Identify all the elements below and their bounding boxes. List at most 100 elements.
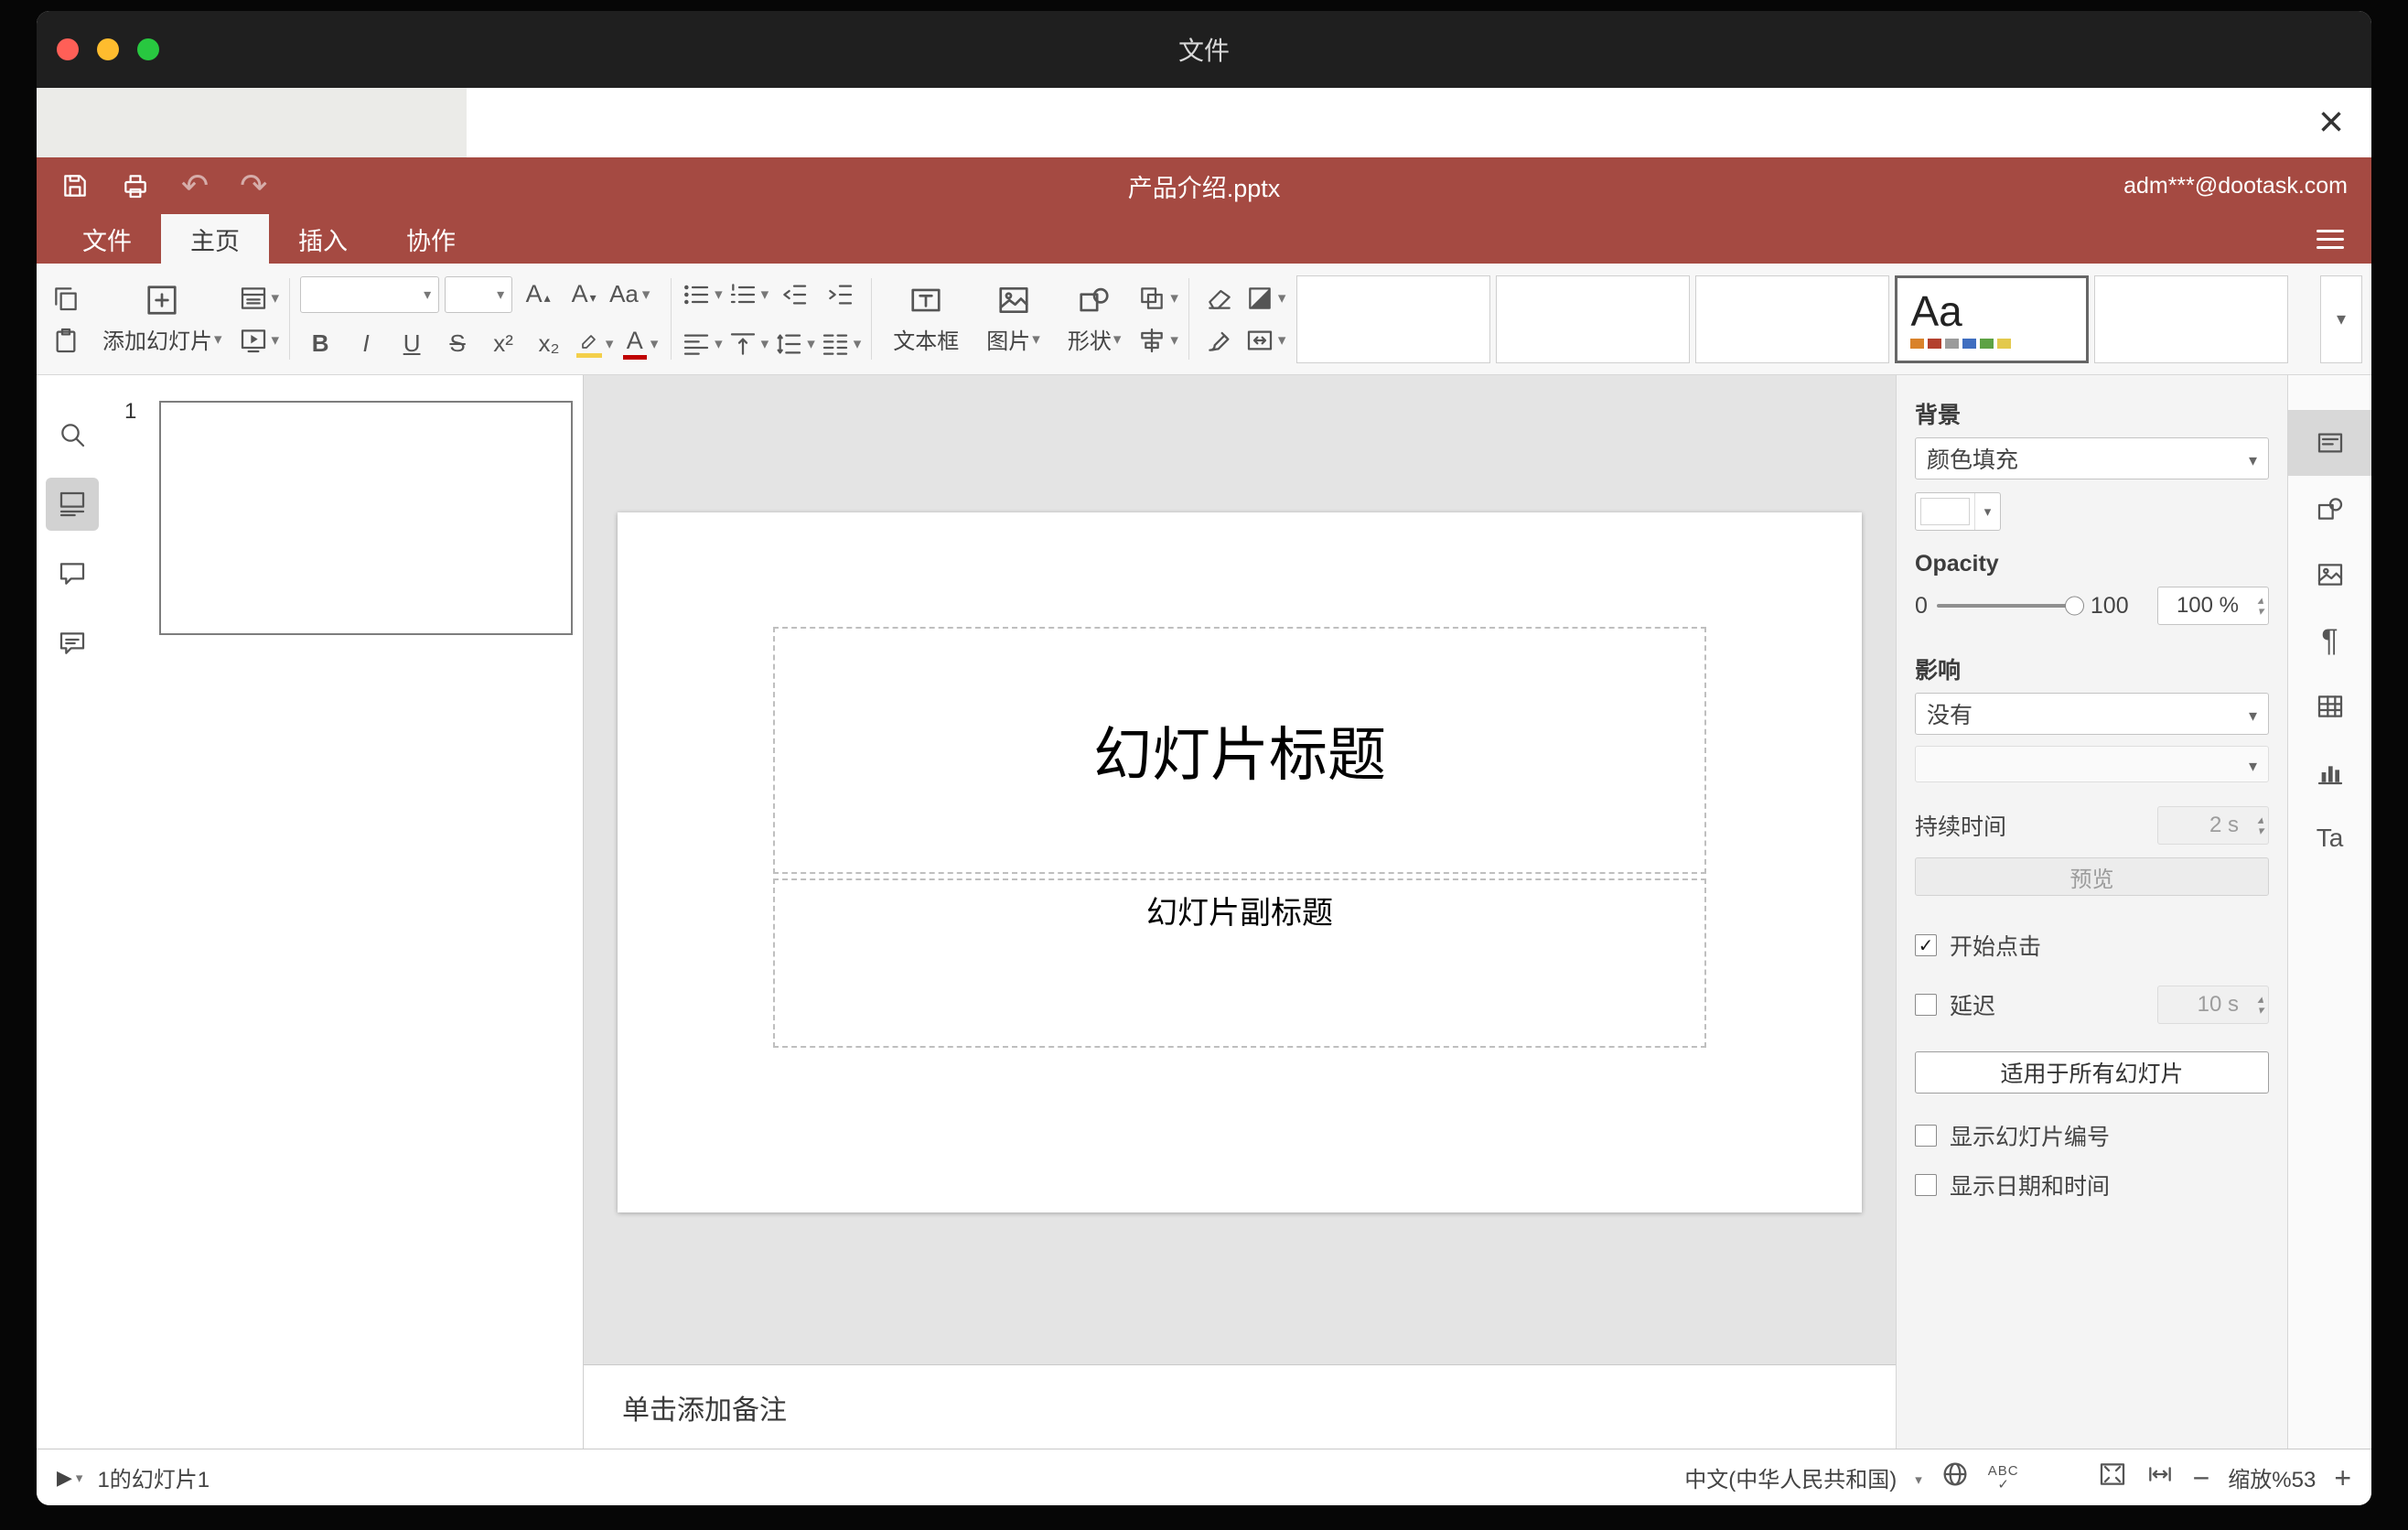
subscript-button[interactable]: x₂ bbox=[529, 324, 569, 364]
highlight-color-button[interactable] bbox=[575, 324, 615, 364]
copy-style-button[interactable] bbox=[1199, 320, 1240, 361]
slide-work-area: 幻灯片标题 幻灯片副标题 bbox=[584, 375, 1896, 1364]
decrease-font-button[interactable]: A bbox=[564, 275, 604, 315]
textart-settings-button[interactable]: Ta bbox=[2288, 805, 2371, 871]
underline-button[interactable]: U bbox=[392, 324, 432, 364]
document-language-button[interactable] bbox=[1940, 1460, 1970, 1495]
font-name-select[interactable] bbox=[300, 275, 440, 313]
slide[interactable]: 幻灯片标题 幻灯片副标题 bbox=[618, 512, 1862, 1212]
opacity-spinner[interactable]: 100 % ▴ ▾ bbox=[2157, 587, 2269, 625]
tab-insert[interactable]: 插入 bbox=[269, 214, 377, 264]
tab-file[interactable]: 文件 bbox=[53, 214, 161, 264]
clear-style-button[interactable] bbox=[1199, 278, 1240, 318]
strikethrough-button[interactable]: S bbox=[437, 324, 478, 364]
theme-option-1[interactable] bbox=[1296, 275, 1491, 363]
delay-checkbox[interactable] bbox=[1915, 994, 1937, 1016]
shape-settings-button[interactable] bbox=[2288, 476, 2371, 542]
spinner-arrows[interactable]: ▴ ▾ bbox=[2257, 807, 2263, 844]
increase-font-button[interactable]: A bbox=[518, 275, 558, 315]
apply-all-slides-button[interactable]: 适用于所有幻灯片 bbox=[1915, 1051, 2269, 1094]
line-spacing-button[interactable] bbox=[774, 324, 815, 364]
title-placeholder[interactable]: 幻灯片标题 bbox=[773, 627, 1706, 874]
paste-button[interactable] bbox=[46, 320, 86, 361]
italic-button[interactable]: I bbox=[346, 324, 386, 364]
zoom-level-label[interactable]: 缩放%53 bbox=[2228, 1461, 2316, 1493]
chart-settings-button[interactable] bbox=[2288, 739, 2371, 805]
theme-gallery-expand-button[interactable] bbox=[2320, 275, 2362, 363]
insert-textbox-button[interactable]: 文本框 bbox=[882, 269, 970, 369]
start-slideshow-statusbar-button[interactable]: ▶ bbox=[57, 1466, 82, 1490]
bold-button[interactable]: B bbox=[300, 324, 340, 364]
vertical-align-button[interactable] bbox=[728, 324, 769, 364]
start-slideshow-button[interactable] bbox=[239, 320, 280, 361]
slider-knob[interactable] bbox=[2064, 596, 2084, 616]
theme-option-5[interactable] bbox=[2094, 275, 2289, 363]
fit-width-button[interactable] bbox=[2145, 1460, 2175, 1495]
table-settings-button[interactable] bbox=[2288, 673, 2371, 739]
save-button[interactable] bbox=[60, 171, 90, 200]
horizontal-align-button[interactable] bbox=[682, 324, 723, 364]
decrease-indent-button[interactable] bbox=[774, 275, 814, 315]
columns-button[interactable] bbox=[821, 324, 862, 364]
close-icon[interactable] bbox=[2318, 101, 2344, 145]
slide-thumbnail-1[interactable] bbox=[159, 401, 573, 635]
theme-option-selected[interactable]: Aa bbox=[1895, 275, 2090, 363]
paragraph-settings-button[interactable]: ¶ bbox=[2288, 608, 2371, 673]
numbering-button[interactable] bbox=[728, 275, 769, 315]
background-color-picker[interactable] bbox=[1915, 492, 2001, 531]
traffic-close-button[interactable] bbox=[57, 38, 79, 60]
align-shape-button[interactable] bbox=[1137, 320, 1178, 361]
subtitle-placeholder[interactable]: 幻灯片副标题 bbox=[773, 878, 1706, 1048]
effect-variant-select[interactable] bbox=[1915, 746, 2269, 782]
show-datetime-checkbox[interactable] bbox=[1915, 1174, 1937, 1196]
show-datetime-row: 显示日期和时间 bbox=[1915, 1169, 2269, 1201]
undo-button[interactable]: ↶ bbox=[181, 169, 209, 202]
search-panel-button[interactable] bbox=[46, 408, 99, 461]
slides-panel-button[interactable] bbox=[46, 478, 99, 531]
superscript-button[interactable]: x² bbox=[483, 324, 523, 364]
traffic-minimize-button[interactable] bbox=[97, 38, 119, 60]
tab-home[interactable]: 主页 bbox=[161, 214, 269, 264]
redo-button[interactable]: ↷ bbox=[240, 169, 267, 202]
language-label[interactable]: 中文(中华人民共和国) bbox=[1684, 1461, 1897, 1493]
zoom-out-button[interactable]: − bbox=[2193, 1463, 2210, 1492]
preview-button[interactable]: 预览 bbox=[1915, 857, 2269, 896]
style-group bbox=[1199, 269, 1240, 369]
fill-color-button[interactable] bbox=[1245, 278, 1286, 318]
slide-settings-button[interactable] bbox=[2288, 410, 2371, 476]
insert-image-button[interactable]: 图片 bbox=[975, 269, 1051, 369]
zoom-in-button[interactable]: + bbox=[2334, 1463, 2351, 1492]
slide-layout-button[interactable] bbox=[239, 278, 280, 318]
chat-panel-button[interactable] bbox=[46, 617, 99, 670]
start-on-click-checkbox[interactable] bbox=[1915, 934, 1937, 956]
print-button[interactable] bbox=[121, 171, 150, 200]
theme-option-3[interactable] bbox=[1695, 275, 1890, 363]
image-settings-button[interactable] bbox=[2288, 542, 2371, 608]
hamburger-menu-icon[interactable] bbox=[2317, 214, 2344, 264]
font-color-button[interactable]: A bbox=[620, 324, 661, 364]
tab-collaboration[interactable]: 协作 bbox=[377, 214, 485, 264]
spinner-arrows[interactable]: ▴ ▾ bbox=[2257, 587, 2263, 624]
add-slide-button[interactable]: 添加幻灯片 bbox=[91, 269, 233, 369]
duration-spinner[interactable]: 2 s ▴ ▾ bbox=[2157, 806, 2269, 845]
comments-panel-button[interactable] bbox=[46, 547, 99, 600]
increase-indent-button[interactable] bbox=[820, 275, 860, 315]
fit-slide-button[interactable] bbox=[2098, 1460, 2127, 1495]
opacity-slider[interactable] bbox=[1936, 596, 2084, 616]
background-fill-select[interactable]: 颜色填充 bbox=[1915, 437, 2269, 479]
change-case-button[interactable]: Aa bbox=[609, 275, 650, 315]
theme-option-2[interactable] bbox=[1496, 275, 1691, 363]
notes-area[interactable]: 单击添加备注 bbox=[584, 1364, 1896, 1449]
copy-button[interactable] bbox=[46, 278, 86, 318]
effect-select[interactable]: 没有 bbox=[1915, 693, 2269, 735]
traffic-zoom-button[interactable] bbox=[137, 38, 159, 60]
spinner-arrows[interactable]: ▴ ▾ bbox=[2257, 986, 2263, 1023]
arrange-shape-button[interactable] bbox=[1137, 278, 1178, 318]
delay-spinner[interactable]: 10 s ▴ ▾ bbox=[2157, 986, 2269, 1024]
font-size-select[interactable] bbox=[445, 275, 513, 313]
bullets-button[interactable] bbox=[682, 275, 723, 315]
slide-size-button[interactable] bbox=[1245, 320, 1286, 361]
spellcheck-button[interactable]: ABC bbox=[1988, 1464, 2019, 1492]
show-slide-number-checkbox[interactable] bbox=[1915, 1125, 1937, 1147]
insert-shape-button[interactable]: 形状 bbox=[1057, 269, 1133, 369]
